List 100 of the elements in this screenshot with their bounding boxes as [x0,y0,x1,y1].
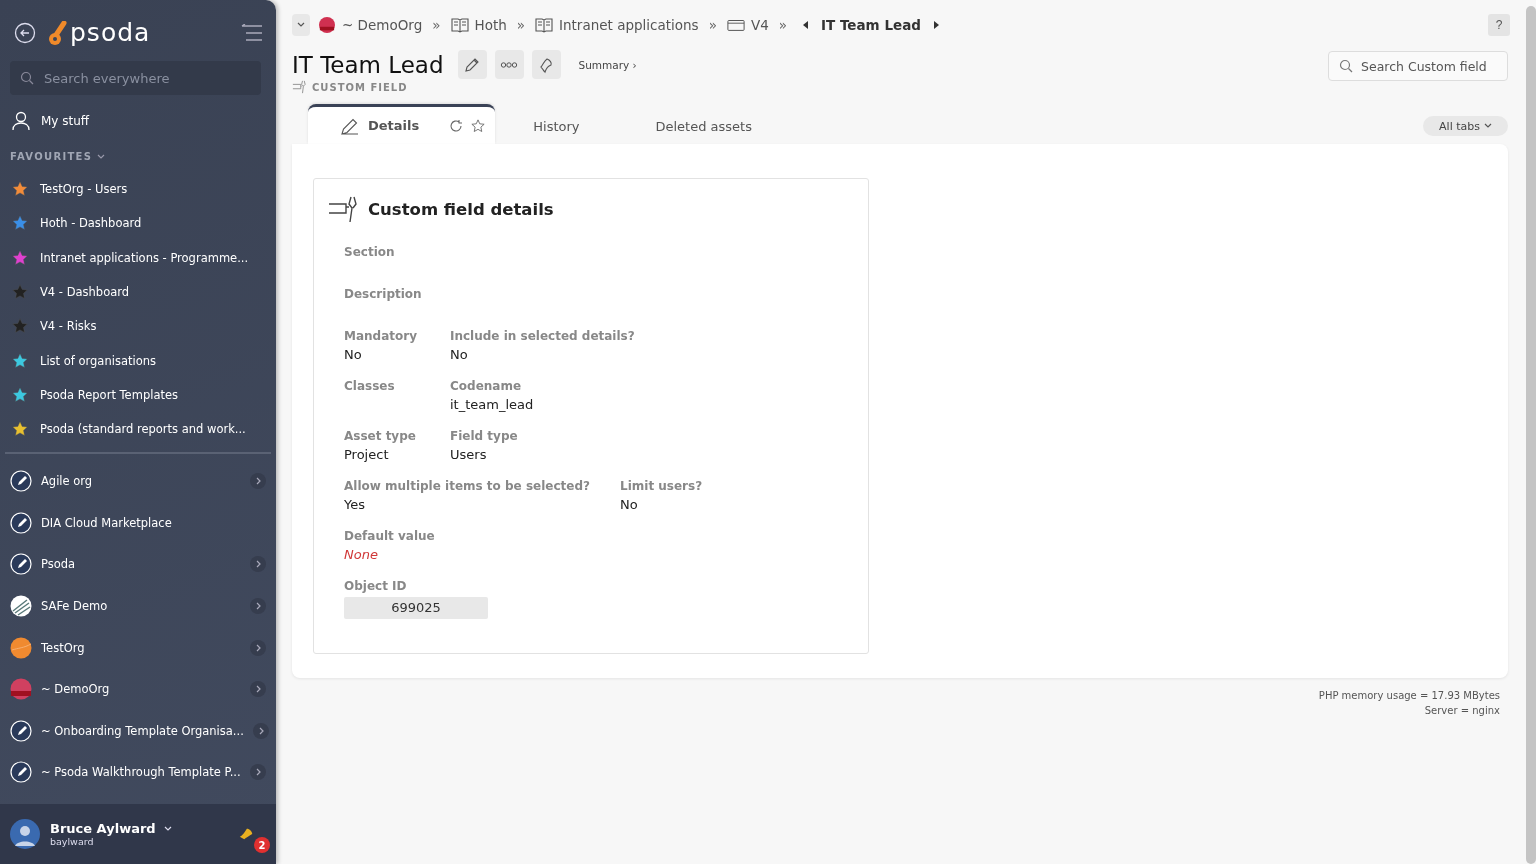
field-label: Default value [344,529,435,545]
favourite-item[interactable]: Intranet applications - Programme... [0,240,276,275]
favourite-item[interactable]: V4 - Dashboard [0,274,276,310]
organisation-logo-icon [10,594,32,617]
caret-icon [297,22,305,28]
folder-icon [726,17,745,33]
field-label: Mandatory [344,329,418,345]
favourites-heading[interactable]: FAVOURITES [10,151,266,162]
field-value: Yes [344,497,366,514]
caret-icon [163,825,172,832]
field-value: No [620,497,639,514]
organisation-item[interactable]: Psoda [0,543,276,586]
tab[interactable]: History [495,108,618,144]
book-icon [450,17,469,33]
page-title: IT Team Lead [292,51,444,78]
field-label: Codename [450,379,523,395]
breadcrumb-link[interactable]: Intranet applications [559,17,699,33]
organisation-item[interactable]: ~ Onboarding Template Organisa... [0,709,276,752]
caret-icon [1484,123,1492,129]
caret-icon [97,153,106,160]
search-field[interactable]: Search Custom field [1328,51,1508,81]
breadcrumb-link[interactable]: V4 [750,17,769,33]
field-value: No [344,347,363,364]
breadcrumb-separator: » [778,17,787,33]
summary-link[interactable]: Summary › [578,58,637,71]
favourite-item[interactable]: V4 - Risks [0,309,276,344]
search-icon [20,71,34,85]
organisation-logo-icon [10,553,32,576]
user-avatar-icon[interactable] [10,819,40,849]
field-value: it_team_lead [450,397,534,414]
previous-icon[interactable] [803,21,809,29]
field-label: Field type [450,429,519,445]
organisation-item[interactable]: TestOrg [0,626,276,669]
breadcrumb-separator: » [516,17,526,33]
help-button[interactable]: ? [1488,14,1510,36]
favourite-item[interactable]: Psoda (standard reports and work... [0,412,276,447]
search-field[interactable]: Search everywhere [10,61,261,95]
star-icon[interactable] [471,118,486,133]
my-stuff-link[interactable]: My stuff [11,111,266,131]
more-icon [500,60,518,69]
field-label: Include in selected details? [450,329,635,345]
more-button[interactable] [494,50,524,79]
field-label: Classes [344,379,396,395]
breadcrumb-current: IT Team Lead [821,17,921,33]
book-icon [535,17,554,33]
organisation-logo-icon [10,470,32,493]
refresh-icon[interactable] [449,118,464,133]
organisation-logo-icon [10,719,32,742]
user-name[interactable]: Bruce Aylward [50,821,226,836]
organisation-logo-icon [10,636,32,659]
field-value: None [344,547,379,564]
scrollbar[interactable] [1526,6,1536,864]
tab[interactable]: Deleted assets [617,108,790,144]
favourite-item[interactable]: List of organisations [0,343,276,378]
search-input[interactable]: Search everywhere [42,69,246,87]
notification-button[interactable] [531,50,561,79]
custom-field-icon [292,80,306,94]
field-label: Allow multiple items to be selected? [344,479,590,495]
field-value: Users [450,447,488,464]
breadcrumb-link[interactable]: Hoth [474,17,507,33]
custom-field-icon [328,195,358,223]
organisation-item[interactable]: SAFe Demo [0,585,276,627]
all-tabs-button[interactable]: All tabs [1423,116,1508,136]
organisation-item[interactable]: ~ Psoda Walkthrough Template P... [0,751,276,794]
search-icon [1339,59,1353,73]
field-label: Asset type [344,429,417,445]
organisation-logo-icon [318,17,336,33]
back-icon[interactable] [14,21,36,44]
field-label: Description [344,287,422,303]
notification-badge: 2 [254,837,270,853]
edit-button[interactable] [457,50,487,79]
organisation-logo-icon [10,511,32,534]
organisation-item[interactable]: DIA Cloud Marketplace [0,501,276,544]
username: baylward [50,836,95,847]
breadcrumb-separator: » [432,17,441,33]
organisation-item[interactable]: Agile org [0,460,276,502]
search-input[interactable]: Search Custom field [1361,58,1501,74]
field-value: Project [344,447,390,464]
dropdown-button[interactable] [292,14,310,36]
organisation-logo-icon [10,678,32,701]
asset-type-label: CUSTOM FIELD [312,81,408,93]
psoda-logo[interactable]: psoda [48,18,151,47]
tab[interactable]: Details [308,104,496,144]
favourite-item[interactable]: Psoda Report Templates [0,377,276,413]
server-info-text: Server = nginx [1424,704,1500,718]
organisation-logo-icon [10,761,32,784]
breadcrumb-link[interactable]: ~ DemoOrg [342,17,423,33]
field-value: No [450,347,469,364]
field-label: Limit users? [620,479,703,495]
organisation-item[interactable]: ~ DemoOrg [0,668,276,710]
breadcrumb-separator: » [708,17,717,33]
next-icon[interactable] [932,21,939,29]
object-id-value: 699025 [344,597,488,619]
field-label: Section [344,245,396,261]
card-title: Custom field details [368,199,554,219]
field-label: Object ID [344,579,408,595]
server-info-text: PHP memory usage = 17.93 MBytes [1318,689,1500,703]
user-icon [11,111,31,131]
favourite-item[interactable]: TestOrg - Users [0,172,276,207]
favourite-item[interactable]: Hoth - Dashboard [0,206,276,241]
